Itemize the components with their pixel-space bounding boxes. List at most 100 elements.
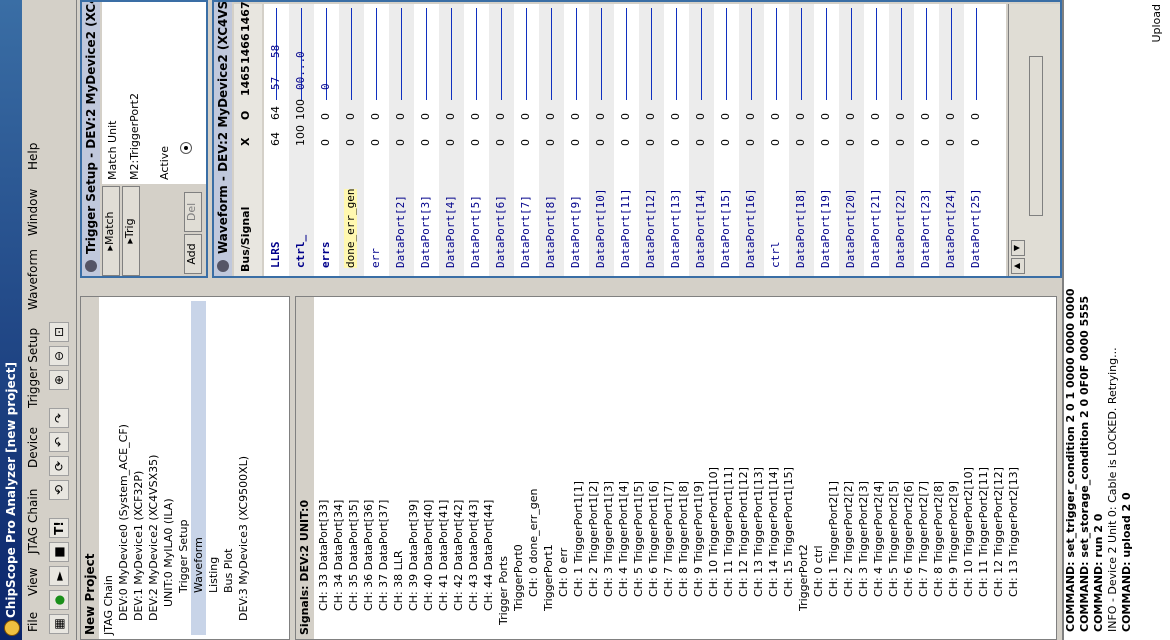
signal-item[interactable]: CH: 3 TriggerPort2[3] (856, 301, 871, 635)
signal-item[interactable]: CH: 4 TriggerPort1[4] (616, 301, 631, 635)
signal-item[interactable]: CH: 1 TriggerPort1[1] (571, 301, 586, 635)
signal-item[interactable]: CH: 0 ctrl (811, 301, 826, 635)
signal-item[interactable]: CH: 39 DataPort[39] (406, 301, 421, 635)
run-icon[interactable]: ► (49, 566, 69, 586)
signal-item[interactable]: CH: 4 TriggerPort2[4] (871, 301, 886, 635)
waveform-row[interactable]: DataPort[3] 0 0 (414, 4, 439, 276)
menu-trigger-setup[interactable]: Trigger Setup (26, 328, 40, 408)
waveform-row[interactable]: DataPort[12] 0 0 (639, 4, 664, 276)
tree-node[interactable]: DEV:1 MyDevice1 (XCF32P) (131, 301, 146, 635)
signal-item[interactable]: Trigger Ports (496, 301, 511, 635)
step-icon[interactable]: ↷ (49, 408, 69, 428)
go-icon[interactable]: ● (49, 590, 69, 610)
menu-waveform[interactable]: Waveform (26, 249, 40, 310)
waveform-row[interactable]: LLRS 64 64 57 58 (264, 4, 289, 276)
signal-item[interactable]: CH: 36 DataPort[36] (361, 301, 376, 635)
waveform-row[interactable]: DataPort[9] 0 0 (564, 4, 589, 276)
signal-item[interactable]: CH: 3 TriggerPort1[3] (601, 301, 616, 635)
waveform-row[interactable]: DataPort[6] 0 0 (489, 4, 514, 276)
signal-item[interactable]: CH: 42 DataPort[42] (451, 301, 466, 635)
signal-item[interactable]: TriggerPort1 (541, 301, 556, 635)
signal-item[interactable]: CH: 7 TriggerPort2[7] (916, 301, 931, 635)
waveform-row[interactable]: errs 0 0 0 (314, 4, 339, 276)
match-unit-value[interactable]: M2:TriggerPort2 (128, 93, 141, 180)
waveform-row[interactable]: DataPort[8] 0 0 (539, 4, 564, 276)
signal-item[interactable]: CH: 10 TriggerPort1[10] (706, 301, 721, 635)
stop-icon[interactable]: ■ (49, 542, 69, 562)
waveform-row[interactable]: DataPort[23] 0 0 (914, 4, 939, 276)
signal-item[interactable]: CH: 40 DataPort[40] (421, 301, 436, 635)
signal-item[interactable]: CH: 37 DataPort[37] (376, 301, 391, 635)
signal-item[interactable]: CH: 0 done_err_gen (526, 301, 541, 635)
signal-item[interactable]: CH: 43 DataPort[43] (466, 301, 481, 635)
waveform-row[interactable]: DataPort[7] 0 0 (514, 4, 539, 276)
tree-node[interactable]: JTAG Chain (101, 301, 116, 635)
signal-item[interactable]: CH: 5 TriggerPort2[5] (886, 301, 901, 635)
project-icon[interactable]: ▦ (49, 614, 69, 634)
signal-item[interactable]: CH: 8 TriggerPort1[8] (676, 301, 691, 635)
tab-trig[interactable]: ▸Trig (122, 186, 140, 276)
signal-item[interactable]: CH: 38 LLR (391, 301, 406, 635)
signal-item[interactable]: CH: 12 TriggerPort1[12] (736, 301, 751, 635)
waveform-row[interactable]: DataPort[25] 0 0 (964, 4, 989, 276)
add-button[interactable]: Add (184, 234, 202, 274)
waveform-row[interactable]: DataPort[5] 0 0 (464, 4, 489, 276)
signal-item[interactable]: CH: 34 DataPort[34] (331, 301, 346, 635)
horizontal-scrollbar[interactable] (1029, 56, 1043, 216)
scroll-up-icon[interactable]: ▲ (1011, 258, 1025, 274)
signal-item[interactable]: CH: 10 TriggerPort2[10] (961, 301, 976, 635)
menu-window[interactable]: Window (26, 189, 40, 236)
signal-item[interactable]: CH: 9 TriggerPort2[9] (946, 301, 961, 635)
signal-item[interactable]: TriggerPort0 (511, 301, 526, 635)
waveform-row[interactable]: DataPort[22] 0 0 (889, 4, 914, 276)
signal-item[interactable]: CH: 13 TriggerPort1[13] (751, 301, 766, 635)
zoom-out-icon[interactable]: ⊖ (49, 346, 69, 366)
waveform-row[interactable]: DataPort[15] 0 0 (714, 4, 739, 276)
waveform-row[interactable]: DataPort[10] 0 0 (589, 4, 614, 276)
signal-item[interactable]: CH: 13 TriggerPort2[13] (1006, 301, 1021, 635)
tree-node[interactable]: Bus Plot (221, 301, 236, 635)
waveform-row[interactable]: DataPort[24] 0 0 (939, 4, 964, 276)
signal-item[interactable]: CH: 35 DataPort[35] (346, 301, 361, 635)
step-icon[interactable]: ⟲ (49, 480, 69, 500)
signal-item[interactable]: CH: 6 TriggerPort2[6] (901, 301, 916, 635)
active-radio[interactable] (180, 142, 192, 154)
waveform-row[interactable]: DataPort[14] 0 0 (689, 4, 714, 276)
tree-node[interactable]: UNIT:0 MyILA0 (ILA) (161, 301, 176, 635)
signal-item[interactable]: CH: 6 TriggerPort1[6] (646, 301, 661, 635)
signal-item[interactable]: CH: 0 err (556, 301, 571, 635)
step-icon[interactable]: ↶ (49, 432, 69, 452)
tree-node[interactable]: Waveform (191, 301, 206, 635)
signal-item[interactable]: CH: 2 TriggerPort2[2] (841, 301, 856, 635)
signal-item[interactable]: CH: 14 TriggerPort1[14] (766, 301, 781, 635)
waveform-row[interactable]: DataPort[13] 0 0 (664, 4, 689, 276)
signal-item[interactable]: CH: 12 TriggerPort2[12] (991, 301, 1006, 635)
signal-item[interactable]: CH: 5 TriggerPort1[5] (631, 301, 646, 635)
waveform-row[interactable]: done_err_gen 0 0 (339, 4, 364, 276)
waveform-row[interactable]: DataPort[21] 0 0 (864, 4, 889, 276)
menu-file[interactable]: File (26, 612, 40, 632)
signal-item[interactable]: CH: 44 DataPort[44] (481, 301, 496, 635)
zoom-fit-icon[interactable]: ⊡ (49, 322, 69, 342)
menu-view[interactable]: View (26, 568, 40, 596)
signal-item[interactable]: CH: 9 TriggerPort1[9] (691, 301, 706, 635)
waveform-grid[interactable]: LLRS 64 64 57 58 ctrl_ 100 100 00... 0 errs 0 0 0 done… (264, 4, 1006, 276)
scroll-down-icon[interactable]: ▼ (1011, 240, 1025, 256)
menu-device[interactable]: Device (26, 427, 40, 468)
signal-item[interactable]: CH: 1 TriggerPort2[1] (826, 301, 841, 635)
tree-node[interactable]: DEV:0 MyDevice0 (System_ACE_CF) (116, 301, 131, 635)
tab-match[interactable]: ▸Match (102, 186, 120, 276)
signal-item[interactable]: CH: 11 TriggerPort2[11] (976, 301, 991, 635)
step-icon[interactable]: ⟳ (49, 456, 69, 476)
waveform-row[interactable]: ctrl 0 0 (764, 4, 789, 276)
signal-item[interactable]: CH: 8 TriggerPort2[8] (931, 301, 946, 635)
waveform-row[interactable]: DataPort[4] 0 0 (439, 4, 464, 276)
signal-item[interactable]: CH: 41 DataPort[41] (436, 301, 451, 635)
waveform-row[interactable]: ctrl_ 100 100 00... 0 (289, 4, 314, 276)
waveform-row[interactable]: DataPort[18] 0 0 (789, 4, 814, 276)
waveform-row[interactable]: err 0 0 (364, 4, 389, 276)
signal-item[interactable]: CH: 11 TriggerPort1[11] (721, 301, 736, 635)
del-button[interactable]: Del (184, 192, 202, 232)
tree-node[interactable]: Trigger Setup (176, 301, 191, 635)
waveform-row[interactable]: DataPort[2] 0 0 (389, 4, 414, 276)
